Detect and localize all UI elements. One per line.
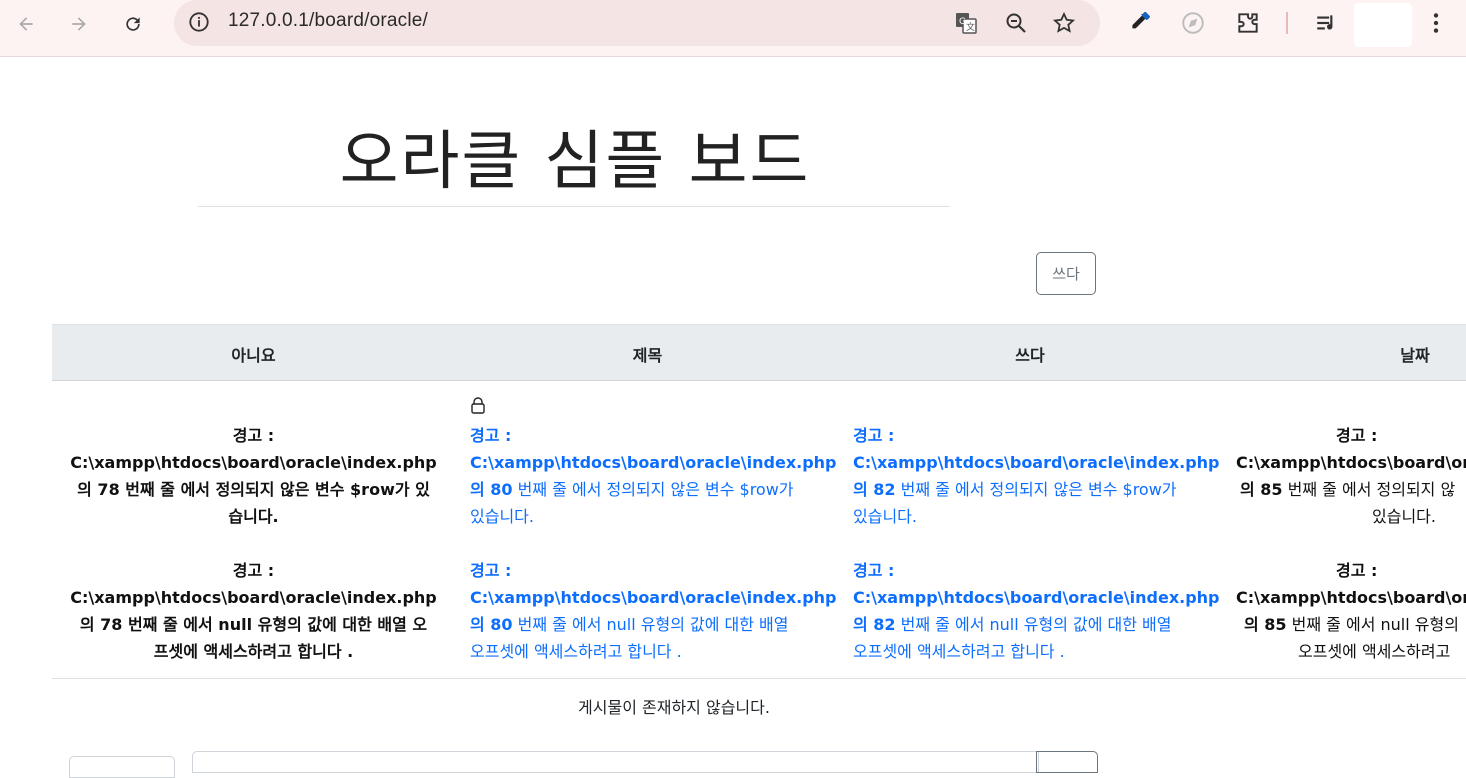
header-no[interactable]: 아니요 [52, 342, 455, 366]
search-input[interactable] [192, 751, 1039, 773]
empty-message: 게시물이 존재하지 않습니다. [578, 698, 770, 717]
eyedropper-icon[interactable] [1127, 10, 1153, 36]
header-writer[interactable]: 쓰다 [840, 342, 1220, 366]
warning-link-null-col3[interactable]: 경고 : C:\xampp\htdocs\board\oracle\index.… [853, 557, 1223, 665]
warning-link-var-col2[interactable]: 경고 : C:\xampp\htdocs\board\oracle\index.… [470, 422, 840, 530]
svg-text:文: 文 [966, 21, 975, 33]
url-text[interactable]: 127.0.0.1/board/oracle/ [228, 10, 428, 32]
media-queue-icon[interactable] [1314, 10, 1340, 36]
table-row-divider [52, 678, 1466, 679]
header-date[interactable]: 날짜 [1220, 342, 1466, 366]
search-type-select[interactable] [69, 756, 175, 778]
translate-icon[interactable]: G 文 [954, 11, 978, 35]
table-header: 아니요 제목 쓰다 날짜 [52, 324, 1466, 381]
warning-link-var-col3[interactable]: 경고 : C:\xampp\htdocs\board\oracle\index.… [853, 422, 1223, 530]
lock-icon [471, 397, 485, 414]
profile-avatar[interactable] [1354, 3, 1412, 47]
header-subject[interactable]: 제목 [455, 342, 840, 366]
star-icon[interactable] [1052, 11, 1076, 35]
puzzle-icon[interactable] [1235, 10, 1261, 36]
browser-toolbar: 127.0.0.1/board/oracle/ G 文 [0, 0, 1466, 57]
reload-icon[interactable] [117, 8, 149, 40]
info-icon[interactable] [188, 11, 210, 33]
write-button[interactable]: 쓰다 [1036, 252, 1096, 295]
address-bar[interactable]: 127.0.0.1/board/oracle/ G 文 [174, 0, 1100, 46]
warning-row-var-col4: 경고 : C:\xampp\htdocs\board\or 의 85 번째 줄 … [1236, 426, 1466, 526]
forward-arrow-icon[interactable] [63, 8, 95, 40]
svg-text:G: G [959, 17, 966, 27]
back-arrow-icon[interactable] [10, 8, 42, 40]
warning-row-null-col4: 경고 : C:\xampp\htdocs\board\or 의 85 번째 줄 … [1236, 561, 1466, 661]
warning-link-null-col2[interactable]: 경고 : C:\xampp\htdocs\board\oracle\index.… [470, 557, 840, 665]
page-title: 오라클 심플 보드 [339, 125, 811, 199]
kebab-menu-icon[interactable] [1423, 10, 1449, 36]
compass-icon[interactable] [1180, 10, 1206, 36]
warning-row-var-col1: 경고 : C:\xampp\htdocs\board\oracle\index.… [70, 426, 437, 526]
zoom-icon[interactable] [1004, 11, 1028, 35]
search-button[interactable] [1036, 751, 1098, 773]
toolbar-separator [1286, 12, 1288, 34]
title-divider [198, 206, 950, 207]
warning-row-null-col1: 경고 : C:\xampp\htdocs\board\oracle\index.… [70, 561, 437, 661]
